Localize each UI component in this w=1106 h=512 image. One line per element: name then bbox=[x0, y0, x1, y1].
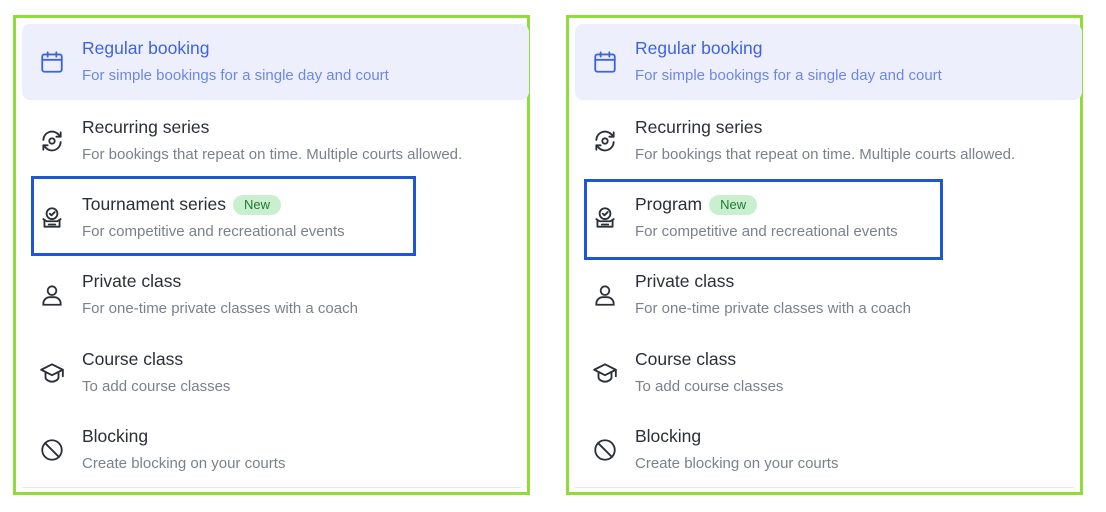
menu-item-title: Course class bbox=[82, 349, 184, 369]
menu-item-private-class[interactable]: Private class For one-time private class… bbox=[575, 257, 1082, 333]
menu-item-private-class[interactable]: Private class For one-time private class… bbox=[22, 257, 529, 333]
block-icon bbox=[591, 436, 619, 464]
graduation-cap-icon bbox=[591, 359, 619, 387]
calendar-icon bbox=[38, 48, 66, 76]
menu-bottom-divider bbox=[575, 487, 1074, 488]
menu-item-description: Create blocking on your courts bbox=[635, 455, 839, 472]
menu-item-description: For bookings that repeat on time. Multip… bbox=[635, 146, 1016, 163]
menu-item-blocking[interactable]: Blocking Create blocking on your courts bbox=[575, 412, 1082, 488]
menu-item-description: For bookings that repeat on time. Multip… bbox=[82, 146, 463, 163]
menu-item-title: Regular booking bbox=[82, 38, 210, 58]
calendar-icon bbox=[591, 48, 619, 76]
menu-item-description: For one-time private classes with a coac… bbox=[82, 300, 358, 317]
menu-item-description: For one-time private classes with a coac… bbox=[635, 300, 911, 317]
user-icon bbox=[38, 281, 66, 309]
menu-item-regular-booking[interactable]: Regular booking For simple bookings for … bbox=[575, 24, 1082, 100]
menu-item-title: Private class bbox=[635, 271, 735, 291]
menu-item-recurring-series[interactable]: Recurring series For bookings that repea… bbox=[575, 103, 1082, 179]
menu-item-regular-booking[interactable]: Regular booking For simple bookings for … bbox=[22, 24, 529, 100]
menu-bottom-divider bbox=[22, 487, 521, 488]
menu-item-title: Recurring series bbox=[635, 117, 763, 137]
menu-item-description: To add course classes bbox=[635, 378, 784, 395]
menu-item-description: Create blocking on your courts bbox=[82, 455, 286, 472]
menu-item-title: Regular booking bbox=[635, 38, 763, 58]
menu-item-title: Private class bbox=[82, 271, 182, 291]
graduation-cap-icon bbox=[38, 359, 66, 387]
menu-item-course-class[interactable]: Course class To add course classes bbox=[22, 335, 529, 411]
menu-item-title: Recurring series bbox=[82, 117, 210, 137]
block-icon bbox=[38, 436, 66, 464]
menu-item-description: To add course classes bbox=[82, 378, 231, 395]
menu-item-recurring-series[interactable]: Recurring series For bookings that repea… bbox=[22, 103, 529, 179]
menu-item-blocking[interactable]: Blocking Create blocking on your courts bbox=[22, 412, 529, 488]
menu-item-title: Course class bbox=[635, 349, 737, 369]
menu-item-description: For simple bookings for a single day and… bbox=[635, 67, 942, 84]
menu-item-title: Blocking bbox=[635, 426, 702, 446]
highlight-box-tournament-series bbox=[31, 176, 416, 256]
menu-item-description: For simple bookings for a single day and… bbox=[82, 67, 389, 84]
refresh-icon bbox=[591, 127, 619, 155]
user-icon bbox=[591, 281, 619, 309]
menu-item-course-class[interactable]: Course class To add course classes bbox=[575, 335, 1082, 411]
menu-item-title: Blocking bbox=[82, 426, 149, 446]
highlight-box-program bbox=[584, 179, 943, 260]
refresh-icon bbox=[38, 127, 66, 155]
